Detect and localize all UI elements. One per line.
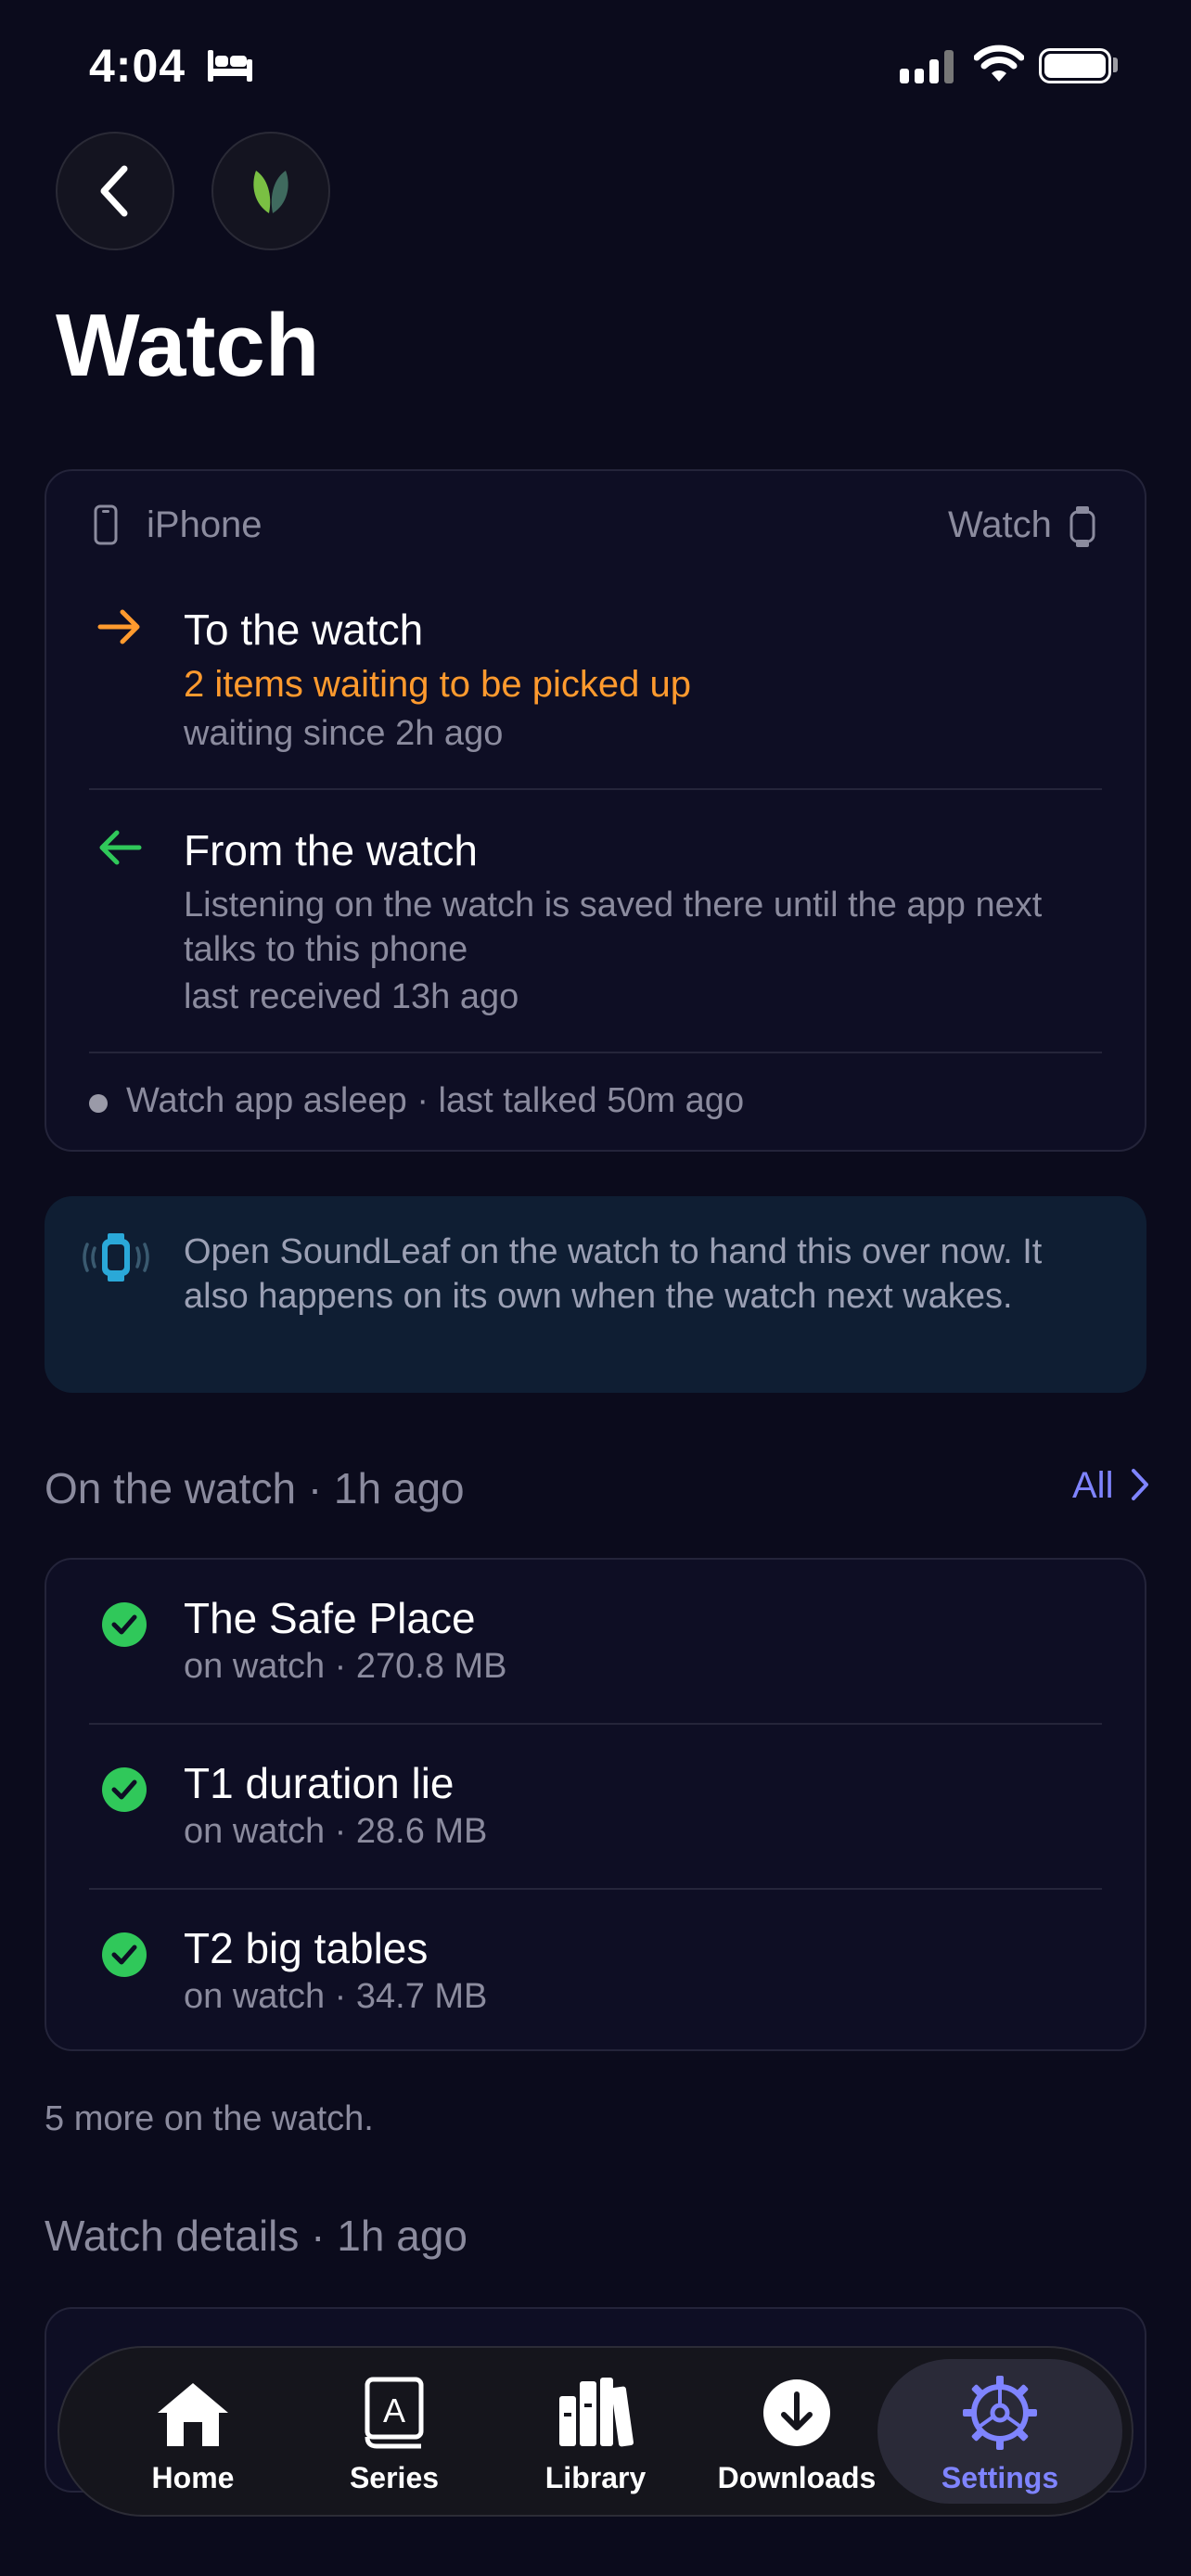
from-watch-description: Listening on the watch is saved there un… xyxy=(184,886,1043,969)
iphone-icon xyxy=(94,504,118,545)
to-watch-title: To the watch xyxy=(184,606,424,654)
chevron-right-icon xyxy=(1131,1469,1148,1500)
to-watch-since: waiting since 2h ago xyxy=(184,714,504,753)
watch-connection-status: Watch app asleep · last talked 50m ago xyxy=(126,1081,745,1120)
sync-status-card xyxy=(45,469,1146,1152)
chevron-left-icon xyxy=(100,165,128,217)
tab-label: Settings xyxy=(941,2461,1059,2494)
list-item[interactable]: T2 big tables on watch · 34.7 MB xyxy=(45,1888,1146,2051)
on-watch-section-title: On the watch · 1h ago xyxy=(45,1464,465,1512)
tab-settings[interactable]: Settings xyxy=(916,2372,1083,2502)
all-label: All xyxy=(1072,1465,1114,1506)
item-subtitle: on watch · 34.7 MB xyxy=(184,1977,488,2016)
item-subtitle: on watch · 270.8 MB xyxy=(184,1647,507,1686)
checkmark-icon xyxy=(102,1602,147,1647)
info-text: Open SoundLeaf on the watch to hand this… xyxy=(184,1232,1043,1316)
app-logo-button[interactable] xyxy=(211,132,330,250)
all-button[interactable]: All xyxy=(1072,1465,1150,1507)
checkmark-icon xyxy=(102,1767,147,1812)
tab-label: Downloads xyxy=(717,2461,877,2494)
tab-library[interactable]: Library xyxy=(512,2372,679,2502)
status-time: 4:04 xyxy=(89,40,186,92)
sleep-mode-icon xyxy=(208,50,252,82)
wifi-icon xyxy=(974,45,1024,82)
back-button[interactable] xyxy=(56,132,174,250)
download-icon xyxy=(763,2379,830,2446)
divider xyxy=(89,1052,1102,1053)
home-icon xyxy=(158,2383,228,2446)
watch-label: Watch xyxy=(948,504,1052,545)
item-title: T1 duration lie xyxy=(184,1759,455,1807)
cellular-signal-icon xyxy=(900,50,954,83)
status-dot xyxy=(89,1094,108,1113)
svg-text:A: A xyxy=(383,2391,405,2429)
arrow-right-icon xyxy=(97,609,140,644)
tab-label: Series xyxy=(349,2461,440,2494)
leaf-icon xyxy=(253,171,288,213)
arrow-left-icon xyxy=(99,830,142,865)
from-watch-title: From the watch xyxy=(184,826,478,874)
watch-vibrate-icon xyxy=(83,1233,149,1282)
to-watch-status: 2 items waiting to be picked up xyxy=(184,664,691,705)
checkmark-icon xyxy=(102,1932,147,1977)
item-title: The Safe Place xyxy=(184,1594,476,1642)
item-title: T2 big tables xyxy=(184,1924,429,1972)
from-watch-last: last received 13h ago xyxy=(184,977,519,1016)
iphone-label: iPhone xyxy=(147,504,263,545)
watch-icon xyxy=(1069,506,1095,547)
tab-home[interactable]: Home xyxy=(109,2372,276,2502)
book-icon: A xyxy=(365,2377,424,2449)
watch-details-section-title: Watch details · 1h ago xyxy=(45,2212,467,2260)
more-items-note: 5 more on the watch. xyxy=(45,2099,374,2138)
list-item[interactable]: T1 duration lie on watch · 28.6 MB xyxy=(45,1723,1146,1888)
battery-icon xyxy=(1039,48,1111,83)
tab-label: Home xyxy=(151,2461,235,2494)
gear-icon xyxy=(963,2376,1037,2450)
divider xyxy=(89,788,1102,790)
battery-cap xyxy=(1113,57,1118,72)
tab-series[interactable]: A Series xyxy=(311,2372,478,2502)
library-icon xyxy=(559,2378,634,2447)
item-subtitle: on watch · 28.6 MB xyxy=(184,1812,488,1851)
tab-label: Library xyxy=(544,2461,647,2494)
tab-downloads[interactable]: Downloads xyxy=(713,2372,880,2502)
page-title: Watch xyxy=(56,296,320,395)
list-item[interactable]: The Safe Place on watch · 270.8 MB xyxy=(45,1558,1146,1723)
